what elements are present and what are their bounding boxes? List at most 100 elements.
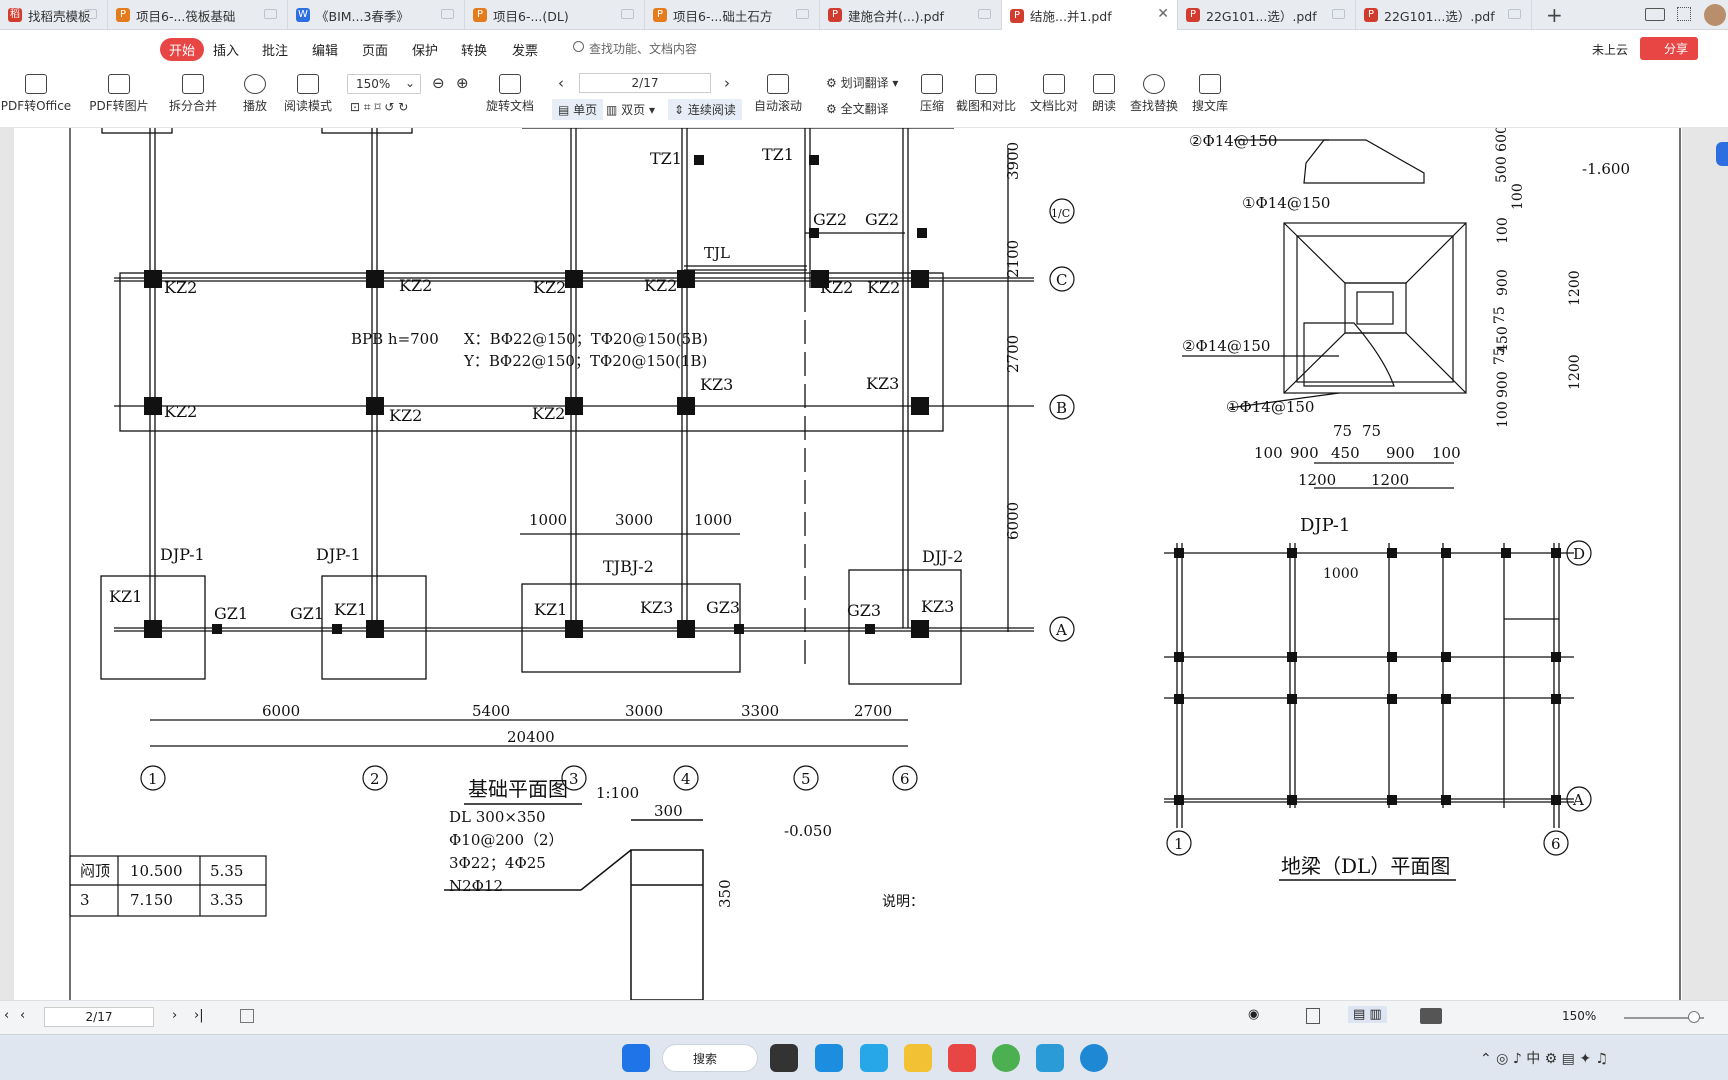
share-button[interactable]: 分享 [1640,37,1699,60]
file-type-icon: 稻 [8,8,22,22]
edge-icon[interactable] [1080,1044,1108,1072]
svg-text:KZ2: KZ2 [389,406,422,425]
prev-page-button[interactable]: ‹ [20,1008,25,1023]
pdf-to-office-button[interactable]: PDF转Office [0,74,72,114]
new-tab-button[interactable]: + [1546,3,1563,27]
tab[interactable]: P 建施合并(...).pdf [820,0,1002,30]
chevron-down-icon: ⌄ [404,76,415,90]
zoom-out-icon[interactable]: ⊖ [432,74,445,92]
tab[interactable]: P 22G101...选）.pdf [1178,0,1356,30]
continuous-button[interactable]: ⇕ 连续阅读 [668,99,742,120]
first-page-icon[interactable]: ‹ [4,1008,9,1023]
translate-full-button[interactable]: ⚙ 全文翻译 [826,100,889,117]
tray-icons[interactable]: ⌃ ◎ ♪ 中 ⚙ ▤ ✦ ♫ [1480,1048,1608,1068]
read-mode-button[interactable]: 阅读模式 [282,74,334,114]
svg-text:TJL: TJL [704,244,730,262]
tab[interactable]: 稻找稻壳模板 [0,0,108,30]
tab[interactable]: P 项目6-...础土石方 [645,0,820,30]
pdf-to-image-button[interactable]: PDF转图片 [88,74,150,114]
single-view-icon[interactable] [1306,1008,1320,1024]
text-app-icon[interactable] [1036,1044,1064,1072]
right-edge-tab[interactable] [1716,142,1728,166]
rotate-doc-button[interactable]: 旋转文档 [484,74,536,114]
prev-page-icon[interactable]: ‹ [558,74,564,92]
play-slides-icon[interactable] [1420,1008,1442,1024]
app-icon[interactable] [815,1044,843,1072]
screenshot-compare-button[interactable]: 截图和对比 [954,74,1018,114]
cloud-status[interactable]: 未上云 [1592,41,1628,58]
double-page-button[interactable]: ▥ 双页 ▾ [606,101,655,118]
monitor-icon[interactable] [1332,9,1345,19]
find-replace-button[interactable]: 查找替换 [1128,74,1180,114]
autoscroll-button[interactable]: 自动滚动 [748,74,808,114]
monitor-icon[interactable] [441,9,454,19]
monitor-icon[interactable] [621,9,634,19]
split-merge-button[interactable]: 拆分合并 [162,74,224,114]
menu-item[interactable]: 开始 [160,38,205,61]
column-mark [809,228,819,238]
zoom-slider-thumb[interactable] [1688,1011,1700,1023]
translate-word-button[interactable]: ⚙ 划词翻译 ▾ [826,74,898,91]
menu-item[interactable]: 编辑 [312,40,338,59]
search-lib-button[interactable]: 搜文库 [1190,74,1230,114]
read-aloud-button[interactable]: 朗读 [1088,74,1120,114]
windows-start-icon[interactable] [622,1044,650,1072]
fit-icon[interactable]: ⊡ ⌗ ⌑ ↺ ↻ [350,100,408,115]
tab-bar: 稻找稻壳模板 P 项目6-...筏板基础 W 《BIM...3春季》 P 项目6-...(D… [0,0,1728,31]
doc-compare-button[interactable]: 文档比对 [1028,74,1080,114]
tab-label: 建施合并(...).pdf [848,8,944,24]
page-input[interactable]: 2/17 [579,73,711,93]
eye-icon[interactable]: ◉ [1248,1007,1259,1022]
tab[interactable]: W 《BIM...3春季》 [288,0,465,30]
menu-item[interactable]: 页面 [362,40,388,59]
tab[interactable]: P 项目6-...(DL) [465,0,645,30]
grid-icon[interactable] [1677,7,1691,21]
table-cell: 闷顶 [80,862,110,880]
monitor-icon[interactable] [264,9,277,19]
zoom-select[interactable]: 150% ⌄ [347,74,421,94]
tab-label: 结施...并1.pdf [1030,9,1112,24]
search-input[interactable]: 查找功能、文档内容 [589,40,697,57]
tab[interactable]: P 项目6-...筏板基础 [108,0,288,30]
menu-item[interactable]: 转换 [461,40,487,59]
menu-item[interactable]: 发票 [512,40,538,59]
close-icon[interactable]: ✕ [1157,6,1169,22]
page-view-icon[interactable]: ▤ ▥ [1348,1006,1387,1023]
zoom-in-icon[interactable]: ⊕ [456,74,469,92]
axis-label: A [1055,621,1067,639]
monitor-icon[interactable] [796,9,809,19]
dl-spec-line: Φ10@200（2） [449,831,564,849]
status-zoom[interactable]: 150% [1562,1009,1596,1023]
svg-text:DJP-1: DJP-1 [316,545,361,564]
svg-text:900: 900 [1495,269,1511,296]
fit-width-icon[interactable] [240,1009,254,1023]
menu-item[interactable]: 插入 [213,40,239,59]
status-page-input[interactable]: 2/17 [44,1007,154,1027]
compress-button[interactable]: 压缩 [916,74,948,114]
chrome-icon[interactable] [992,1044,1020,1072]
tab[interactable]: P 22G101...选）.pdf [1356,0,1532,30]
monitor-icon[interactable] [84,9,97,19]
document-viewer[interactable]: 1 2 3 4 5 6 A B C 1/C D A 1 6 KZ2 KZ2 KZ2 KZ2 KZ2 KZ2 KZ2… [0,128,1728,1000]
monitor-icon[interactable] [1508,9,1521,19]
wps-icon[interactable] [948,1044,976,1072]
tab[interactable]: P 结施...并1.pdf ✕ [1002,0,1178,31]
span-dimension: 6000 [262,702,300,720]
menu-item[interactable]: 保护 [412,40,438,59]
next-page-button[interactable]: › [172,1008,177,1023]
chat-icon[interactable] [860,1044,888,1072]
menu-item[interactable]: 批注 [262,40,288,59]
svg-text:TZ1: TZ1 [650,149,682,168]
tab-label: 项目6-...础土石方 [673,8,773,24]
beam-plan-title: 地梁（DL）平面图 [1281,854,1450,878]
monitor-icon[interactable] [978,9,991,19]
layout-icon[interactable] [1645,8,1665,21]
taskview-icon[interactable] [770,1044,798,1072]
avatar[interactable] [1704,4,1726,26]
play-button[interactable]: 播放 [238,74,272,114]
taskbar-search[interactable]: 搜索 [662,1044,758,1072]
single-page-button[interactable]: ▤ 单页 [552,99,604,120]
last-page-icon[interactable]: ›| [194,1008,204,1023]
folder-icon[interactable] [904,1044,932,1072]
next-page-icon[interactable]: › [724,74,730,92]
